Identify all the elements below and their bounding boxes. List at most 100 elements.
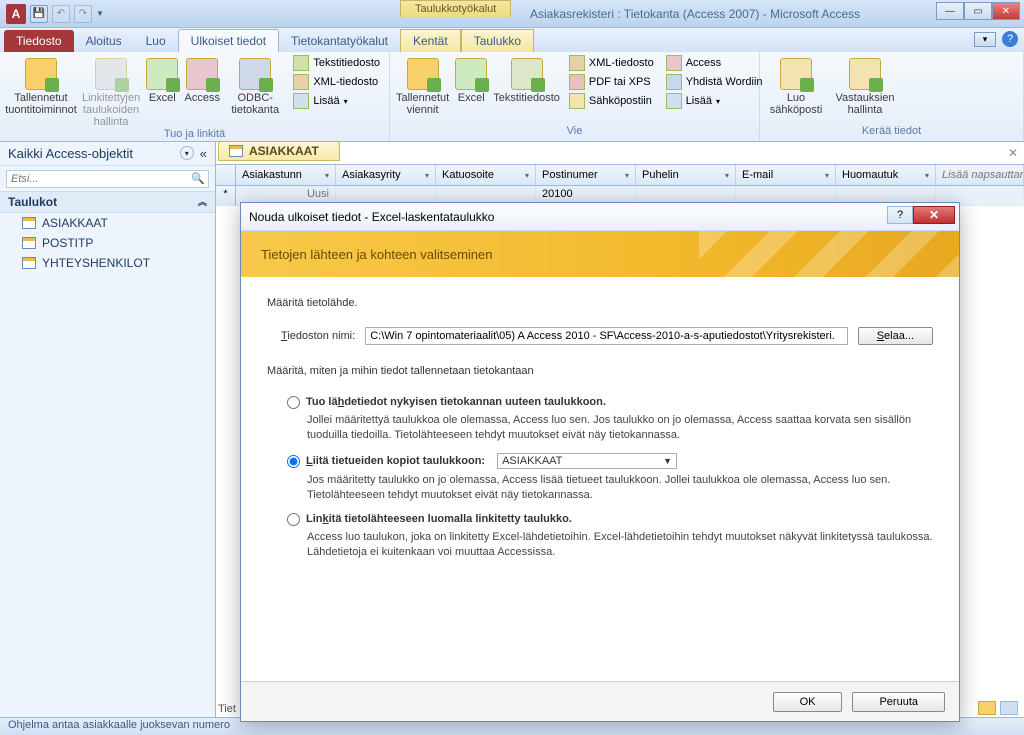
linked-table-manager-button[interactable]: Linkitettyjen taulukoiden hallinta (82, 54, 140, 128)
file-name-label: Tiedoston nimi: (281, 330, 355, 342)
group-collect-label: Kerää tiedot (766, 125, 1017, 139)
export-excel-button[interactable]: Excel (455, 54, 487, 104)
window-controls: — ▭ ✕ (936, 2, 1020, 20)
close-button[interactable]: ✕ (992, 2, 1020, 20)
export-pdf-button[interactable]: PDF tai XPS (566, 73, 657, 91)
export-email-button[interactable]: Sähköpostiin (566, 92, 657, 110)
import-excel-button[interactable]: Excel (146, 54, 178, 104)
cancel-button[interactable]: Peruuta (852, 692, 945, 712)
quick-access-toolbar: A 💾 ↶ ↷ ▼ (0, 4, 110, 24)
saved-imports-button[interactable]: Tallennetut tuontitoiminnot (6, 54, 76, 116)
dialog-footer: OK Peruuta (241, 681, 959, 721)
browse-button[interactable]: Selaa... (858, 327, 933, 345)
radio-append-label: Liitä tietueiden kopiot taulukkoon: (306, 455, 485, 467)
col-postinumer[interactable]: Postinumer▾ (536, 165, 636, 185)
maximize-button[interactable]: ▭ (964, 2, 992, 20)
nav-table-postitp[interactable]: POSTITP (0, 233, 215, 253)
dialog-body: Määritä tietolähde. Tiedoston nimi: Sela… (241, 277, 959, 681)
nav-search-input[interactable] (6, 170, 209, 188)
save-qat-icon[interactable]: 💾 (30, 5, 48, 23)
radio-link[interactable] (287, 513, 300, 526)
export-more-button[interactable]: Lisää ▾ (663, 92, 766, 110)
import-xml-button[interactable]: XML-tiedosto (290, 73, 383, 91)
radio-link-label: Linkitä tietolähteeseen luomalla linkite… (306, 513, 572, 525)
export-word-button[interactable]: Yhdistä Wordiin (663, 73, 766, 91)
chevron-down-icon: ▼ (663, 456, 672, 466)
radio-import-new[interactable] (287, 396, 300, 409)
table-icon (22, 257, 36, 269)
minimize-button[interactable]: — (936, 2, 964, 20)
col-asiakastunn[interactable]: Asiakastunn▾ (236, 165, 336, 185)
ok-button[interactable]: OK (773, 692, 843, 712)
create-email-button[interactable]: Luo sähköposti (766, 54, 826, 116)
saved-exports-button[interactable]: Tallennetut viennit (396, 54, 449, 116)
radio-import-new-label: Tuo lähdetiedot nykyisen tietokannan uut… (306, 396, 606, 408)
dialog-close-button[interactable]: ✕ (913, 206, 955, 224)
file-path-input[interactable] (365, 327, 848, 345)
ribbon-minimize-icon[interactable]: ▾ (974, 32, 996, 47)
table-icon (229, 145, 243, 157)
dialog-title: Nouda ulkoiset tiedot - Excel-laskentata… (249, 210, 494, 224)
row-selector-header[interactable] (216, 165, 236, 185)
nav-table-asiakkaat[interactable]: ASIAKKAAT (0, 213, 215, 233)
view-datasheet-icon[interactable] (978, 701, 996, 715)
ribbon: Tallennetut tuontitoiminnot Linkitettyje… (0, 52, 1024, 142)
export-xml-button[interactable]: XML-tiedosto (566, 54, 657, 72)
import-access-button[interactable]: Access (184, 54, 220, 104)
dialog-title-bar: Nouda ulkoiset tiedot - Excel-laskentata… (241, 203, 959, 231)
tab-home[interactable]: Aloitus (74, 30, 134, 52)
tab-file[interactable]: Tiedosto (4, 30, 74, 52)
col-puhelin[interactable]: Puhelin▾ (636, 165, 736, 185)
col-add-new[interactable]: Lisää napsauttamalla (936, 165, 1024, 185)
col-asiakasyrity[interactable]: Asiakasyrity▾ (336, 165, 436, 185)
title-bar: A 💾 ↶ ↷ ▼ Taulukkotyökalut Asiakasrekist… (0, 0, 1024, 28)
import-more-button[interactable]: Lisää ▾ (290, 92, 383, 110)
append-table-combo[interactable]: ASIAKKAAT▼ (497, 453, 677, 469)
opt2-description: Jos määritetty taulukko on jo olemassa, … (307, 473, 933, 503)
record-nav[interactable]: Tiet (218, 703, 236, 715)
manage-replies-button[interactable]: Vastauksien hallinta (832, 54, 898, 116)
specify-source-label: Määritä tietolähde. (267, 297, 933, 309)
redo-qat-icon[interactable]: ↷ (74, 5, 92, 23)
col-huomautuk[interactable]: Huomautuk▾ (836, 165, 936, 185)
opt1-description: Jollei määritettyä taulukkoa ole olemass… (307, 413, 933, 443)
undo-qat-icon[interactable]: ↶ (52, 5, 70, 23)
contextual-tab-label: Taulukkotyökalut (400, 0, 511, 17)
ribbon-tabs: Tiedosto Aloitus Luo Ulkoiset tiedot Tie… (0, 28, 1024, 52)
export-access-button[interactable]: Access (663, 54, 766, 72)
nav-collapse-icon[interactable]: « (200, 146, 207, 161)
status-text: Ohjelma antaa asiakkaalle juoksevan nume… (8, 719, 230, 734)
import-text-button[interactable]: Tekstitiedosto (290, 54, 383, 72)
radio-append[interactable] (287, 455, 300, 468)
close-object-icon[interactable]: ✕ (1008, 146, 1018, 160)
qat-dropdown-icon[interactable]: ▼ (96, 9, 104, 18)
export-text-button[interactable]: Tekstitiedosto (493, 54, 560, 104)
view-design-icon[interactable] (1000, 701, 1018, 715)
group-export-label: Vie (396, 125, 753, 139)
import-odbc-button[interactable]: ODBC-tietokanta (226, 54, 284, 116)
dialog-help-button[interactable]: ? (887, 206, 913, 224)
search-icon[interactable]: 🔍 (191, 172, 205, 185)
table-icon (22, 217, 36, 229)
object-tab-asiakkaat[interactable]: ASIAKKAAT (218, 141, 340, 161)
col-katuosoite[interactable]: Katuosoite▾ (436, 165, 536, 185)
nav-header[interactable]: Kaikki Access-objektit ▾« (0, 142, 215, 166)
help-icon[interactable]: ? (1002, 31, 1018, 47)
nav-dropdown-icon[interactable]: ▾ (180, 146, 194, 160)
col-email[interactable]: E-mail▾ (736, 165, 836, 185)
row-selector[interactable]: * (216, 186, 236, 206)
grid-header: Asiakastunn▾ Asiakasyrity▾ Katuosoite▾ P… (216, 164, 1024, 186)
tab-create[interactable]: Luo (134, 30, 178, 52)
tab-table[interactable]: Taulukko (461, 29, 534, 52)
navigation-pane: Kaikki Access-objektit ▾« 🔍 Taulukot︽ AS… (0, 142, 216, 717)
app-title: Asiakasrekisteri : Tietokanta (Access 20… (530, 0, 860, 28)
tab-external-data[interactable]: Ulkoiset tiedot (178, 29, 279, 52)
access-app-icon[interactable]: A (6, 4, 26, 24)
nav-table-yhteyshenkilot[interactable]: YHTEYSHENKILOT (0, 253, 215, 273)
table-icon (22, 237, 36, 249)
dialog-banner: Tietojen lähteen ja kohteen valitseminen (241, 231, 959, 277)
nav-search: 🔍 (6, 169, 209, 188)
nav-group-tables[interactable]: Taulukot︽ (0, 191, 215, 213)
tab-db-tools[interactable]: Tietokantatyökalut (279, 30, 400, 52)
tab-fields[interactable]: Kentät (400, 29, 461, 52)
